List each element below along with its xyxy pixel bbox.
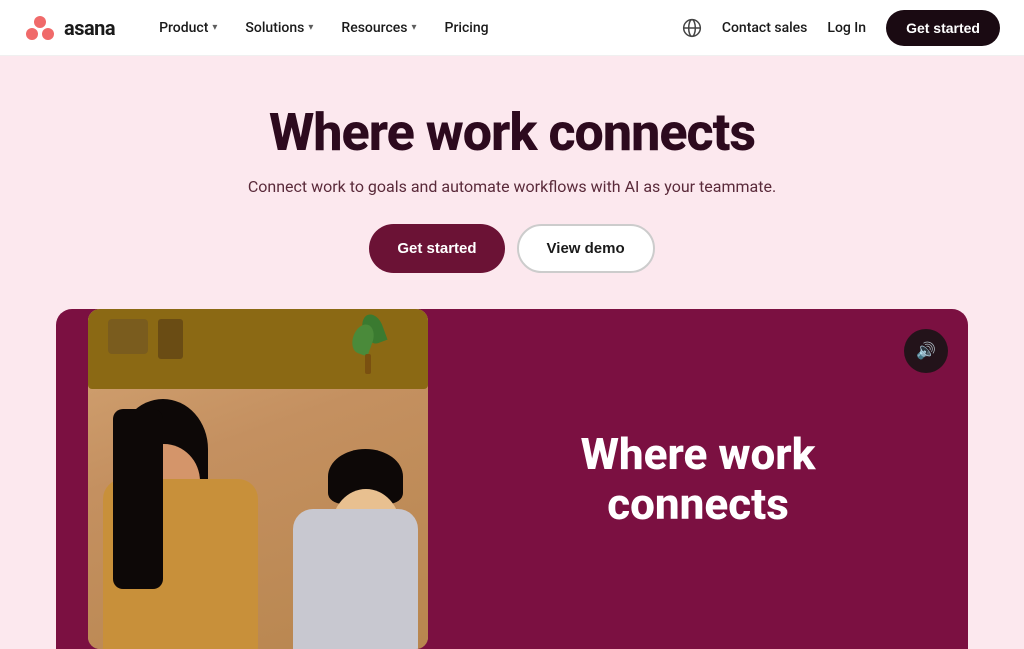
sound-toggle-button[interactable]: 🔊 <box>904 329 948 373</box>
nav-resources-label: Resources <box>341 20 407 36</box>
brand-name: asana <box>64 16 115 40</box>
video-text-overlay: Where work connects <box>428 429 968 530</box>
nav-solutions-label: Solutions <box>245 20 304 36</box>
chevron-down-icon: ▾ <box>411 22 416 33</box>
person-right <box>278 389 418 649</box>
video-title-line2: connects <box>607 478 789 530</box>
nav-links: Product ▾ Solutions ▾ Resources ▾ Pricin… <box>147 12 682 44</box>
person-left <box>98 349 278 649</box>
login-link[interactable]: Log In <box>827 20 866 36</box>
nav-pricing-label: Pricing <box>445 20 489 36</box>
nav-right: Contact sales Log In Get started <box>682 10 1000 46</box>
nav-product-label: Product <box>159 20 208 36</box>
hero-subtitle: Connect work to goals and automate workf… <box>24 177 1000 196</box>
nav-solutions[interactable]: Solutions ▾ <box>233 12 325 44</box>
plant-decoration <box>358 314 388 364</box>
video-title: Where work connects <box>476 429 920 530</box>
sound-icon: 🔊 <box>916 341 936 361</box>
nav-get-started-button[interactable]: Get started <box>886 10 1000 46</box>
contact-sales-link[interactable]: Contact sales <box>722 20 808 36</box>
hero-view-demo-button[interactable]: View demo <box>517 224 655 273</box>
video-title-line1: Where work <box>581 428 816 480</box>
nav-pricing[interactable]: Pricing <box>433 12 501 44</box>
hero-section: Where work connects Connect work to goal… <box>0 56 1024 309</box>
navigation: asana Product ▾ Solutions ▾ Resources ▾ … <box>0 0 1024 56</box>
hero-cta-buttons: Get started View demo <box>24 224 1000 273</box>
chevron-down-icon: ▾ <box>308 22 313 33</box>
asana-logo-icon <box>24 12 56 44</box>
globe-icon[interactable] <box>682 18 702 38</box>
hero-title: Where work connects <box>24 104 1000 161</box>
chevron-down-icon: ▾ <box>212 22 217 33</box>
hero-get-started-button[interactable]: Get started <box>369 224 504 273</box>
nav-product[interactable]: Product ▾ <box>147 12 229 44</box>
video-section: Where work connects 🔊 <box>56 309 968 649</box>
logo[interactable]: asana <box>24 12 115 44</box>
video-thumbnail <box>88 309 428 649</box>
nav-resources[interactable]: Resources ▾ <box>329 12 428 44</box>
